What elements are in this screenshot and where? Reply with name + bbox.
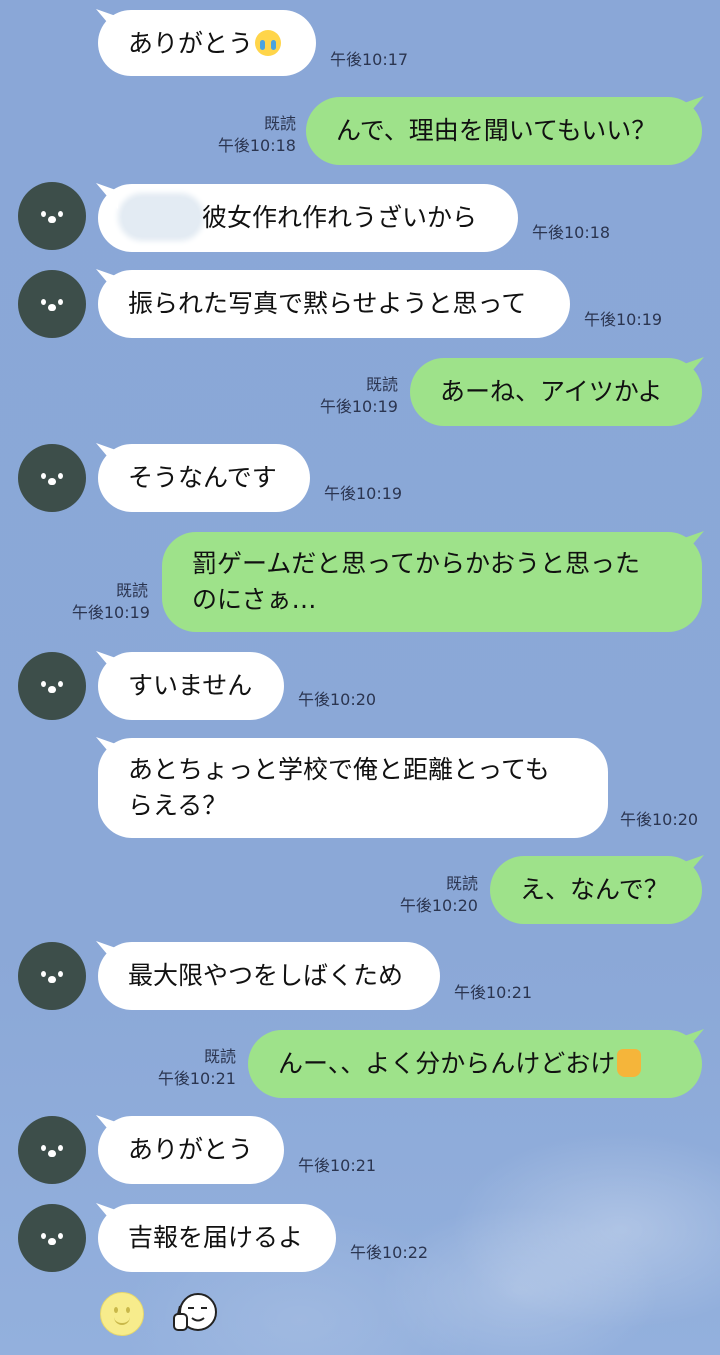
timestamp: 午後10:20: [620, 810, 699, 829]
message-text: すいません: [128, 671, 253, 700]
timestamp: 午後10:19: [324, 484, 403, 503]
smiley-face-icon[interactable]: [100, 1292, 144, 1336]
timestamp: 午後10:18: [217, 136, 296, 155]
read-status: 既読: [365, 375, 398, 394]
message-bubble-incoming[interactable]: 最大限やつをしばくため: [98, 942, 440, 1010]
avatar[interactable]: [18, 182, 86, 250]
message-bubble-outgoing[interactable]: 罰ゲームだと思ってからかおうと思った のにさぁ…: [162, 532, 702, 632]
read-status: 既読: [445, 874, 478, 893]
timestamp: 午後10:22: [350, 1243, 429, 1262]
message-bubble-incoming[interactable]: 振られた写真で黙らせようと思って: [98, 270, 570, 338]
message-text: 振られた写真で黙らせようと思って: [128, 289, 527, 318]
message-text: あーね、アイツかよ: [440, 377, 663, 406]
redacted-name: [122, 197, 200, 237]
crying-face-icon: [255, 30, 282, 56]
message-bubble-outgoing[interactable]: え、なんで？: [490, 856, 702, 924]
message-text: 最大限やつをしばくため: [128, 961, 404, 990]
timestamp: 午後10:21: [298, 1156, 377, 1175]
read-status: 既読: [263, 114, 296, 133]
message-bubble-outgoing[interactable]: んで、理由を聞いてもいい？: [306, 97, 702, 165]
message-text: ありがとう: [128, 1135, 254, 1164]
message-bubble-incoming[interactable]: すいません: [98, 652, 284, 720]
avatar[interactable]: [18, 270, 86, 338]
message-text: ありがとう: [128, 29, 254, 58]
timestamp: 午後10:20: [298, 690, 377, 709]
timestamp: 午後10:19: [71, 603, 150, 622]
timestamp: 午後10:19: [319, 397, 398, 416]
avatar[interactable]: [18, 652, 86, 720]
message-text: え、なんで？: [520, 875, 669, 904]
sticker-icon[interactable]: [170, 1290, 218, 1336]
message-text-line: あとちょっと学校で俺と距離とっても: [128, 755, 550, 784]
timestamp: 午後10:18: [532, 223, 611, 242]
message-text: 彼女作れ作れうざいから: [202, 203, 478, 232]
message-text: んで、理由を聞いてもいい？: [336, 116, 657, 145]
message-bubble-incoming[interactable]: そうなんです: [98, 444, 310, 512]
message-text: 吉報を届けるよ: [128, 1223, 304, 1252]
avatar[interactable]: [18, 1116, 86, 1184]
message-text: そうなんです: [128, 463, 277, 492]
message-text-line: のにさぁ…: [192, 585, 317, 614]
thumbs-up-icon: [617, 1049, 642, 1077]
message-bubble-incoming[interactable]: あとちょっと学校で俺と距離とっても らえる？: [98, 738, 608, 838]
message-bubble-incoming[interactable]: 吉報を届けるよ: [98, 1204, 336, 1272]
message-text-line: 罰ゲームだと思ってからかおうと思った: [192, 549, 641, 578]
message-bubble-incoming[interactable]: ありがとう: [98, 1116, 284, 1184]
message-text: んー、、よく分からんけどおけ: [278, 1049, 616, 1078]
timestamp: 午後10:21: [454, 983, 533, 1002]
timestamp: 午後10:19: [584, 310, 663, 329]
read-status: 既読: [203, 1047, 236, 1066]
message-bubble-incoming[interactable]: 彼女作れ作れうざいから: [98, 184, 518, 252]
read-status: 既読: [115, 581, 148, 600]
message-text-line: らえる？: [128, 791, 228, 820]
timestamp: 午後10:21: [157, 1069, 236, 1088]
avatar[interactable]: [18, 942, 86, 1010]
message-bubble-incoming[interactable]: ありがとう: [98, 10, 316, 76]
timestamp: 午後10:20: [399, 896, 478, 915]
avatar[interactable]: [18, 444, 86, 512]
message-bubble-outgoing[interactable]: あーね、アイツかよ: [410, 358, 702, 426]
message-bubble-outgoing[interactable]: んー、、よく分からんけどおけ: [248, 1030, 702, 1098]
timestamp: 午後10:17: [330, 50, 409, 69]
avatar[interactable]: [18, 1204, 86, 1272]
